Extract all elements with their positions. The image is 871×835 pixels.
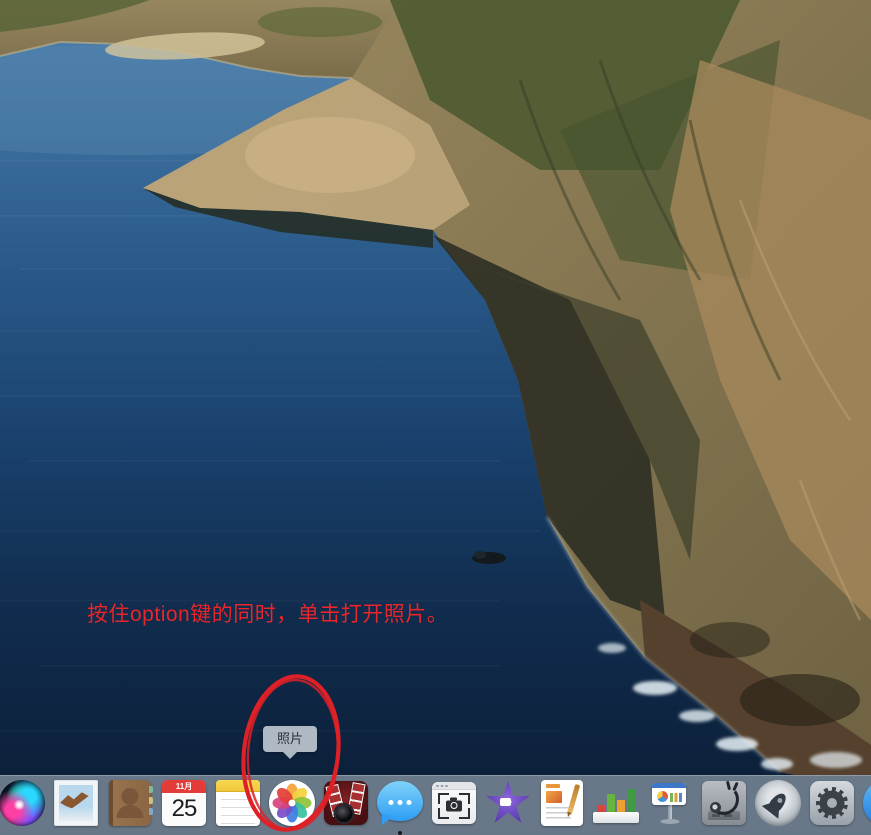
disk-utility-icon — [702, 781, 746, 825]
dock-item-disk-utility[interactable] — [700, 779, 748, 827]
dock-item-notes[interactable] — [214, 779, 262, 827]
mail-icon — [54, 780, 98, 826]
dock-item-imovie[interactable] — [484, 779, 532, 827]
dock-item-system-preferences[interactable] — [808, 779, 856, 827]
pages-icon — [541, 780, 583, 826]
dock-item-photos[interactable] — [268, 779, 316, 827]
calendar-month: 11月 — [162, 780, 206, 793]
desktop: 按住option键的同时，单击打开照片。 照片 11月 25 — [0, 0, 871, 835]
system-preferences-icon — [810, 781, 854, 825]
wallpaper — [0, 0, 871, 835]
siri-icon — [0, 780, 45, 826]
dock: 11月 25 — [0, 775, 871, 835]
running-indicator-dot — [398, 831, 402, 835]
app-store-icon — [863, 780, 871, 826]
dock-item-app-store[interactable] — [862, 779, 871, 827]
notes-icon — [216, 780, 260, 826]
dock-tooltip-label: 照片 — [277, 731, 303, 746]
dock-item-pages[interactable] — [538, 779, 586, 827]
dock-item-numbers[interactable] — [592, 779, 640, 827]
messages-icon — [377, 781, 423, 825]
calendar-day: 25 — [162, 793, 206, 824]
numbers-icon — [592, 779, 640, 827]
keynote-icon — [646, 779, 694, 827]
photo-booth-icon — [324, 781, 368, 825]
dock-tooltip: 照片 — [263, 726, 317, 752]
pen-glyph — [567, 784, 580, 815]
dock-item-launchpad[interactable] — [754, 779, 802, 827]
dock-item-messages[interactable] — [376, 779, 424, 827]
camera-glyph — [446, 800, 462, 811]
video-camera-glyph — [500, 798, 511, 806]
launchpad-icon — [755, 780, 801, 826]
dock-item-photo-booth[interactable] — [322, 779, 370, 827]
dock-item-keynote[interactable] — [646, 779, 694, 827]
contacts-icon — [109, 780, 151, 826]
camera-lens-art — [336, 805, 353, 822]
rocket-glyph — [767, 790, 790, 814]
dock-item-contacts[interactable] — [106, 779, 154, 827]
dock-item-calendar[interactable]: 11月 25 — [160, 779, 208, 827]
dock-item-mail[interactable] — [52, 779, 100, 827]
screenshot-icon — [432, 782, 476, 824]
photos-icon — [269, 780, 315, 826]
dock-item-siri[interactable] — [0, 779, 46, 827]
annotation-text: 按住option键的同时，单击打开照片。 — [87, 598, 448, 628]
calendar-icon: 11月 25 — [162, 780, 206, 826]
dock-item-screenshot[interactable] — [430, 779, 478, 827]
